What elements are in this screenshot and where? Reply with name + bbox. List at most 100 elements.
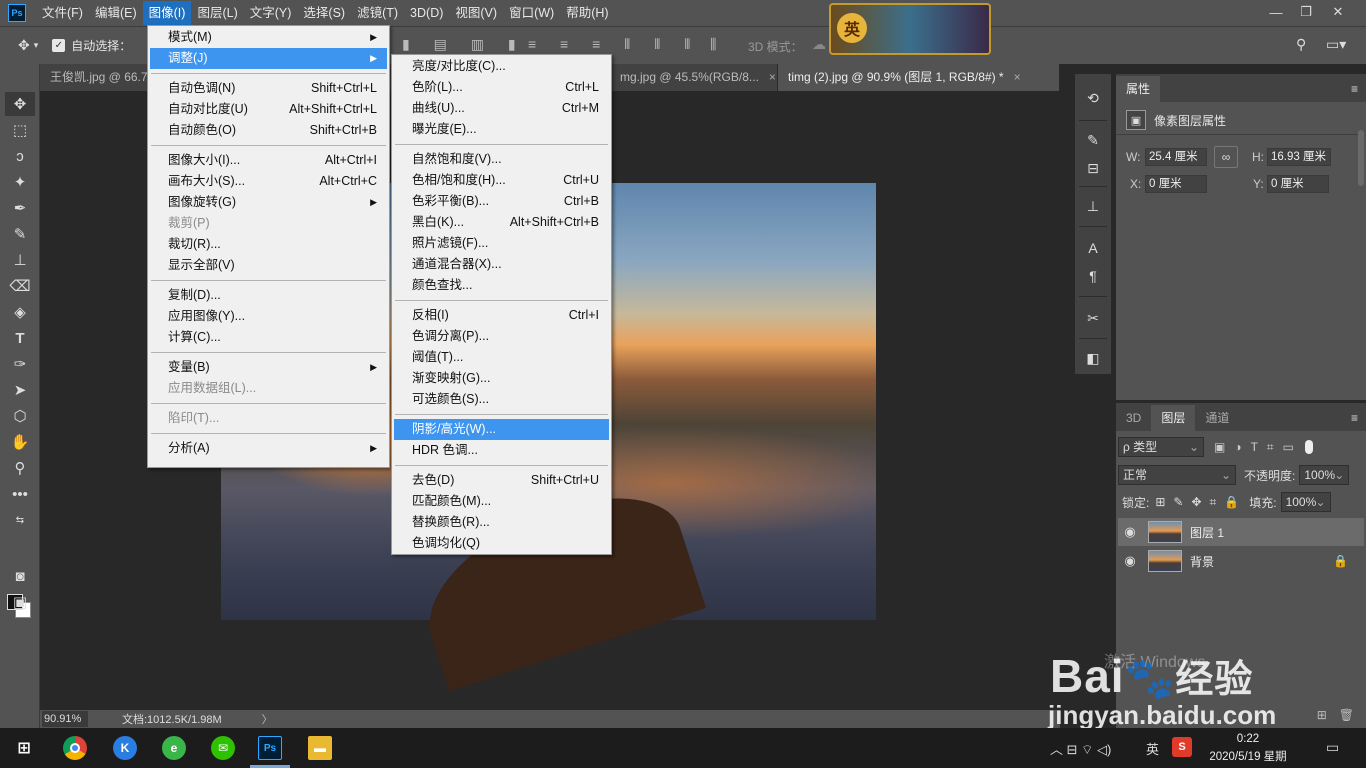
character-icon[interactable]: A: [1083, 238, 1103, 258]
menu-item[interactable]: 自然饱和度(V)...: [394, 149, 609, 170]
hand-tool-icon[interactable]: ✋: [5, 430, 35, 454]
eraser-tool-icon[interactable]: ⌫: [5, 274, 35, 298]
restore-button[interactable]: ❐: [1290, 0, 1322, 24]
ime-indicator[interactable]: 英: [1146, 739, 1159, 758]
distribute-buttons[interactable]: ≡ ≡ ≡ ⦀ ⦀ ⦀: [528, 36, 700, 53]
close-button[interactable]: ✕: [1322, 0, 1354, 24]
layer-filter-dropdown[interactable]: ρ 类型 ⌄: [1118, 437, 1204, 457]
menu-item[interactable]: 画布大小(S)... Alt+Ctrl+C: [150, 171, 387, 192]
browser-icon[interactable]: e: [162, 736, 186, 760]
screen-mode-icon[interactable]: ▣: [5, 590, 35, 614]
layer-filter-icons[interactable]: ▣◑T⌗▭: [1214, 440, 1303, 455]
tab-layers[interactable]: 图层: [1151, 405, 1196, 431]
workspace-icon[interactable]: ▭▾: [1326, 36, 1346, 53]
menu-item[interactable]: 色调分离(P)...: [394, 326, 609, 347]
brush-settings-icon[interactable]: ✎: [1083, 130, 1103, 150]
auto-select-checkbox[interactable]: ✓: [52, 39, 66, 52]
menu-item[interactable]: 渐变映射(G)...: [394, 368, 609, 389]
new-layer-icon[interactable]: ⊞: [1317, 708, 1327, 722]
menu-item[interactable]: 自动对比度(U) Alt+Shift+Ctrl+L: [150, 99, 387, 120]
menu-item[interactable]: 匹配颜色(M)...: [394, 491, 609, 512]
menu-filter[interactable]: 滤镜(T): [351, 1, 404, 25]
chrome-icon[interactable]: [63, 736, 87, 760]
stamp-tool-icon[interactable]: ⊥: [5, 248, 35, 272]
quick-mask-icon[interactable]: ◙: [5, 564, 35, 588]
wechat-icon[interactable]: ✉: [211, 736, 235, 760]
menu-item[interactable]: 计算(C)...: [150, 327, 387, 348]
doc-tab-3[interactable]: timg (2).jpg @ 90.9% (图层 1, RGB/8#) * ×: [778, 64, 1060, 91]
menu-item[interactable]: 可选颜色(S)...: [394, 389, 609, 410]
close-icon[interactable]: ×: [1014, 70, 1021, 84]
windows-start-icon[interactable]: ⊞: [12, 736, 36, 760]
doc-tab-1[interactable]: 王俊凯.jpg @ 66.7...: [40, 64, 150, 91]
menu-item[interactable]: 替换颜色(R)...: [394, 512, 609, 533]
clone-source-icon[interactable]: ⊥: [1083, 196, 1103, 216]
opacity-field[interactable]: 100% ⌄: [1299, 465, 1350, 485]
info-panel-icon[interactable]: ◧: [1083, 348, 1103, 368]
menu-item[interactable]: 裁切(R)...: [150, 234, 387, 255]
close-icon[interactable]: ×: [769, 70, 776, 84]
move-tool-icon[interactable]: ✥: [5, 92, 35, 116]
menu-item[interactable]: HDR 色调...: [394, 440, 609, 461]
menu-item[interactable]: 图像大小(I)... Alt+Ctrl+I: [150, 150, 387, 171]
lock-icons[interactable]: ⊞✎✥⌗🔒: [1155, 495, 1247, 510]
menu-item[interactable]: 曝光度(E)...: [394, 119, 609, 140]
adjustments-icon[interactable]: ⊟: [1083, 158, 1103, 178]
chevron-down-icon[interactable]: ▾: [34, 40, 39, 51]
game-banner-ad[interactable]: 英: [829, 3, 991, 55]
more-tools-icon[interactable]: •••: [5, 482, 35, 506]
menu-item[interactable]: 照片滤镜(F)...: [394, 233, 609, 254]
menu-edit[interactable]: 编辑(E): [89, 1, 143, 25]
menu-item[interactable]: 显示全部(V): [150, 255, 387, 276]
search-icon[interactable]: ⚲: [1296, 36, 1306, 53]
menu-3d[interactable]: 3D(D): [404, 1, 449, 25]
menu-item[interactable]: 通道混合器(X)...: [394, 254, 609, 275]
photoshop-task-icon[interactable]: Ps: [258, 736, 282, 760]
properties-scrollbar[interactable]: [1358, 130, 1364, 186]
zoom-tool-icon[interactable]: ⚲: [5, 456, 35, 480]
menu-view[interactable]: 视图(V): [449, 1, 503, 25]
eye-icon[interactable]: ◉: [1118, 553, 1142, 569]
tab-channels[interactable]: 通道: [1195, 405, 1239, 431]
menu-image[interactable]: 图像(I): [142, 1, 192, 25]
paragraph-icon[interactable]: ¶: [1083, 266, 1103, 286]
menu-item[interactable]: 黑白(K)... Alt+Shift+Ctrl+B: [394, 212, 609, 233]
menu-item[interactable]: 复制(D)...: [150, 285, 387, 306]
filter-toggle[interactable]: [1305, 440, 1314, 454]
panel-menu-icon[interactable]: ≡: [1351, 411, 1358, 425]
link-dimensions-icon[interactable]: ∞: [1214, 146, 1238, 168]
menu-item[interactable]: 去色(D) Shift+Ctrl+U: [394, 470, 609, 491]
fill-field[interactable]: 100% ⌄: [1280, 492, 1331, 512]
swap-colors-icon[interactable]: ⇆: [5, 508, 35, 532]
shape-tool-icon[interactable]: ⬡: [5, 404, 35, 428]
path-select-icon[interactable]: ➤: [5, 378, 35, 402]
doc-tab-2[interactable]: mg.jpg @ 45.5%(RGB/8... ×: [610, 64, 778, 91]
tab-3d[interactable]: 3D: [1116, 405, 1151, 431]
type-tool-icon[interactable]: T: [5, 326, 35, 350]
status-menu-arrow[interactable]: 〉: [262, 711, 273, 727]
layer-row[interactable]: ◉ 背景 🔒: [1118, 547, 1364, 575]
menu-file[interactable]: 文件(F): [36, 1, 89, 25]
tab-properties[interactable]: 属性: [1116, 76, 1161, 102]
menu-item[interactable]: 变量(B) ▶: [150, 357, 387, 378]
history-icon[interactable]: ⟲: [1083, 88, 1103, 108]
menu-item[interactable]: 应用图像(Y)...: [150, 306, 387, 327]
menu-item[interactable]: 颜色查找...: [394, 275, 609, 296]
menu-select[interactable]: 选择(S): [297, 1, 351, 25]
height-field[interactable]: 16.93 厘米: [1267, 148, 1331, 166]
brush-tool-icon[interactable]: ✎: [5, 222, 35, 246]
file-explorer-icon[interactable]: ▬: [308, 736, 332, 760]
notification-icon[interactable]: ▭: [1326, 739, 1339, 756]
menu-item[interactable]: 调整(J) ▶: [150, 48, 387, 69]
menu-layer[interactable]: 图层(L): [191, 1, 243, 25]
auto-align-button[interactable]: ⫼: [710, 36, 726, 53]
menu-item[interactable]: 曲线(U)... Ctrl+M: [394, 98, 609, 119]
blend-mode-dropdown[interactable]: 正常 ⌄: [1118, 465, 1236, 485]
pen-tool-icon[interactable]: ✑: [5, 352, 35, 376]
magic-wand-icon[interactable]: ✦: [5, 170, 35, 194]
layer-row[interactable]: ◉ 图层 1: [1118, 518, 1364, 546]
y-field[interactable]: 0 厘米: [1267, 175, 1329, 193]
x-field[interactable]: 0 厘米: [1145, 175, 1207, 193]
menu-help[interactable]: 帮助(H): [560, 1, 614, 25]
menu-item[interactable]: 色调均化(Q): [394, 533, 609, 554]
